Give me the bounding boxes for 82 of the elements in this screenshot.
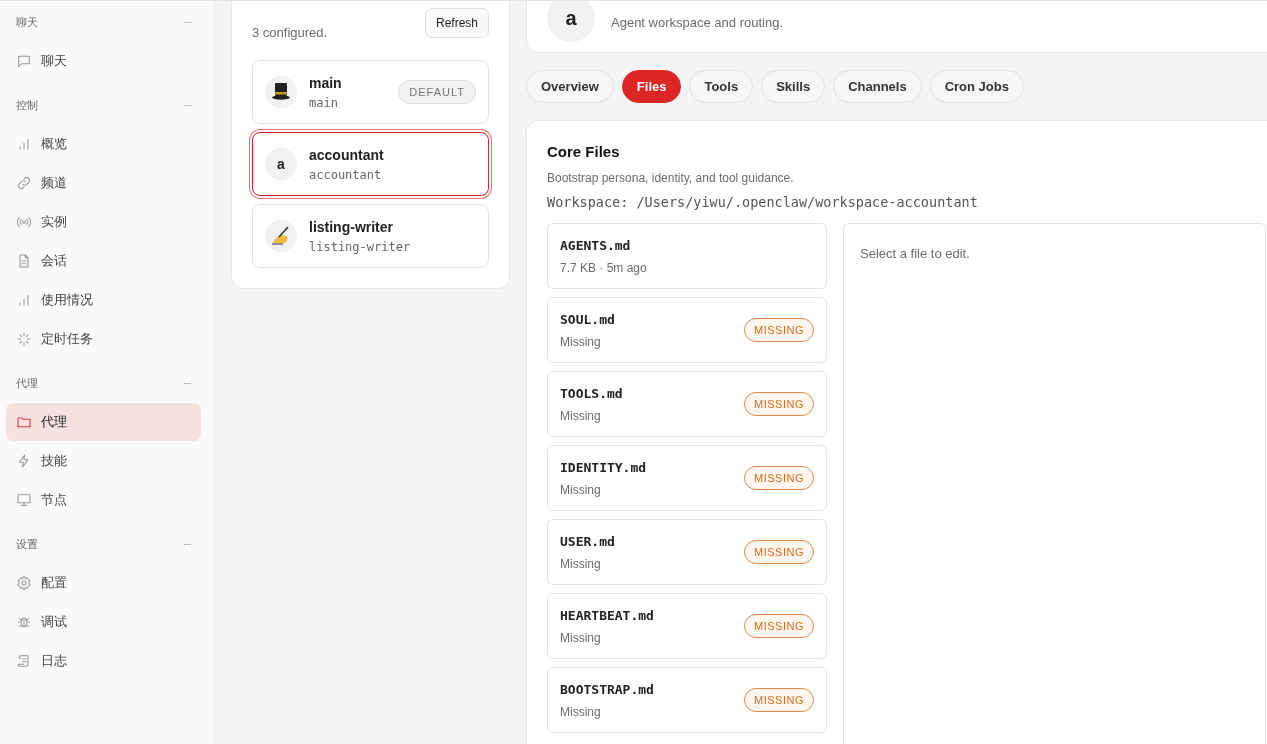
folder-icon bbox=[16, 414, 32, 430]
file-item[interactable]: SOUL.md Missing MISSING bbox=[547, 297, 827, 363]
sidebar-item[interactable]: 调试 bbox=[6, 603, 201, 641]
section-title: 聊天 bbox=[16, 14, 38, 30]
file-name: AGENTS.md bbox=[560, 237, 632, 253]
agent-description: Agent workspace and routing. bbox=[611, 15, 783, 30]
missing-badge: MISSING bbox=[744, 540, 814, 564]
file-item[interactable]: BOOTSTRAP.md Missing MISSING bbox=[547, 667, 827, 733]
missing-badge: MISSING bbox=[744, 392, 814, 416]
file-item[interactable]: TOOLS.md Missing MISSING bbox=[547, 371, 827, 437]
tab[interactable]: Cron Jobs bbox=[929, 70, 1024, 103]
card-subtitle: Bootstrap persona, identity, and tool guidance. bbox=[547, 171, 795, 185]
lightning-icon bbox=[16, 453, 32, 469]
sidebar-item[interactable]: 使用情况 bbox=[6, 281, 201, 319]
agent-card[interactable]: listing-writer listing-writer bbox=[252, 204, 489, 268]
bar-chart-icon bbox=[16, 136, 32, 152]
sidebar-item[interactable]: 代理 bbox=[6, 403, 201, 441]
file-meta: Missing bbox=[560, 556, 602, 571]
chat-icon bbox=[16, 53, 32, 69]
default-badge: DEFAULT bbox=[398, 80, 476, 104]
file-meta: Missing bbox=[560, 408, 602, 423]
editor-hint: Select a file to edit. bbox=[860, 246, 970, 261]
sidebar-item[interactable]: 概览 bbox=[6, 125, 201, 163]
card-title: Core Files bbox=[547, 143, 621, 160]
agent-id: listing-writer bbox=[309, 239, 412, 254]
agent-name: listing-writer bbox=[309, 218, 394, 235]
file-name: IDENTITY.md bbox=[560, 459, 647, 475]
file-meta: Missing bbox=[560, 482, 602, 497]
file-item[interactable]: HEARTBEAT.md Missing MISSING bbox=[547, 593, 827, 659]
sidebar-item[interactable]: 节点 bbox=[6, 481, 201, 519]
settings-icon bbox=[16, 575, 32, 591]
file-item[interactable]: IDENTITY.md Missing MISSING bbox=[547, 445, 827, 511]
link-icon bbox=[16, 175, 32, 191]
agent-avatar: a bbox=[265, 148, 297, 180]
section-title: 代理 bbox=[16, 375, 38, 391]
agent-avatar: a bbox=[547, 1, 595, 42]
agent-id: main bbox=[309, 95, 339, 110]
agent-card[interactable]: a accountant accountant bbox=[252, 132, 489, 196]
missing-badge: MISSING bbox=[744, 688, 814, 712]
broadcast-icon bbox=[16, 214, 32, 230]
file-name: HEARTBEAT.md bbox=[560, 607, 654, 623]
tab[interactable]: Files bbox=[621, 70, 682, 103]
sidebar-item[interactable]: 日志 bbox=[6, 642, 201, 680]
workspace-path: Workspace: /Users/yiwu/.openclaw/workspace-accountant bbox=[547, 194, 979, 210]
agents-count: 3 configured. bbox=[252, 25, 328, 40]
sidebar-item[interactable]: 配置 bbox=[6, 564, 201, 602]
sidebar-item[interactable]: 定时任务 bbox=[6, 320, 201, 358]
section-title: 设置 bbox=[16, 536, 38, 552]
missing-badge: MISSING bbox=[744, 614, 814, 638]
tab[interactable]: Overview bbox=[526, 70, 614, 103]
file-name: SOUL.md bbox=[560, 311, 615, 327]
section-title: 控制 bbox=[16, 97, 38, 113]
missing-badge: MISSING bbox=[744, 466, 814, 490]
tab[interactable]: Skills bbox=[761, 70, 826, 103]
file-item[interactable]: AGENTS.md 7.7 KB · 5m ago bbox=[547, 223, 827, 289]
agent-card[interactable]: main main DEFAULT bbox=[252, 60, 489, 124]
document-icon bbox=[16, 253, 32, 269]
refresh-button[interactable]: Refresh bbox=[424, 8, 489, 38]
agent-name: main bbox=[309, 74, 343, 91]
sidebar-item[interactable]: 技能 bbox=[6, 442, 201, 480]
scroll-icon bbox=[16, 653, 32, 669]
missing-badge: MISSING bbox=[744, 318, 814, 342]
bar-chart-icon bbox=[16, 292, 32, 308]
sidebar-item[interactable]: 聊天 bbox=[6, 42, 201, 80]
sidebar-item[interactable]: 会话 bbox=[6, 242, 201, 280]
agent-name: accountant bbox=[309, 146, 385, 163]
agent-id: accountant bbox=[309, 167, 383, 182]
file-meta: 7.7 KB · 5m ago bbox=[560, 260, 647, 275]
sidebar-item[interactable]: 实例 bbox=[6, 203, 201, 241]
file-meta: Missing bbox=[560, 334, 602, 349]
file-meta: Missing bbox=[560, 704, 602, 719]
monitor-icon bbox=[16, 492, 32, 508]
file-name: BOOTSTRAP.md bbox=[560, 681, 654, 697]
file-name: TOOLS.md bbox=[560, 385, 623, 401]
bug-icon bbox=[16, 614, 32, 630]
sidebar-item[interactable]: 频道 bbox=[6, 164, 201, 202]
tab[interactable]: Channels bbox=[833, 70, 922, 103]
file-name: USER.md bbox=[560, 533, 615, 549]
loader-icon bbox=[16, 331, 32, 347]
tab[interactable]: Tools bbox=[689, 70, 754, 103]
file-meta: Missing bbox=[560, 630, 602, 645]
file-item[interactable]: USER.md Missing MISSING bbox=[547, 519, 827, 585]
